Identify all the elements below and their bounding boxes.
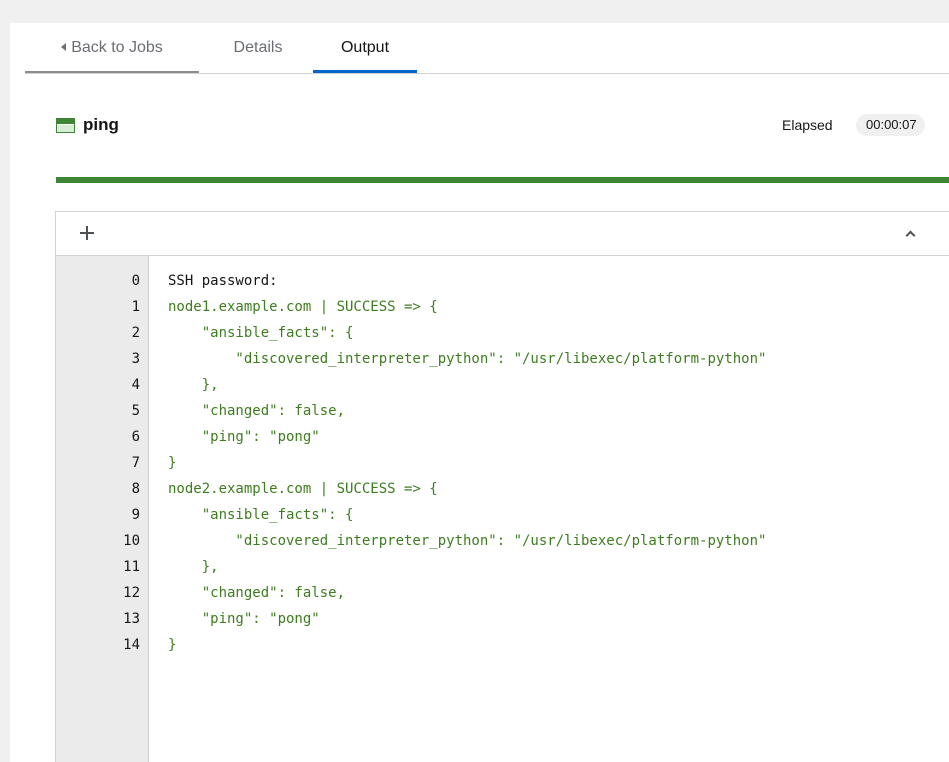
tab-back-label: Back to Jobs — [71, 39, 163, 56]
plus-icon[interactable] — [76, 220, 98, 246]
elapsed-label: Elapsed — [782, 117, 833, 133]
line-number: 13 — [123, 611, 140, 627]
line-number: 1 — [131, 299, 140, 315]
output-line: 11 }, — [56, 554, 949, 580]
output-viewer: 0 SSH password: 1 node1.example.com | SUCCE… — [55, 211, 949, 762]
tab-details-label: Details — [233, 39, 283, 56]
line-number: 11 — [123, 559, 140, 575]
output-line: 6 "ping": "pong" — [56, 424, 949, 450]
line-number: 7 — [131, 455, 140, 471]
line-number: 5 — [131, 403, 140, 419]
output-toolbar — [56, 212, 949, 256]
line-text: } — [168, 637, 177, 653]
output-line: 13 "ping": "pong" — [56, 606, 949, 632]
output-line: 3 "discovered_interpreter_python": "/usr… — [56, 346, 949, 372]
line-text: }, — [168, 377, 219, 393]
output-line: 2 "ansible_facts": { — [56, 320, 949, 346]
output-line: 0 SSH password: — [56, 268, 949, 294]
tab-back-to-jobs[interactable]: Back to Jobs — [25, 23, 199, 73]
output-line: 12 "changed": false, — [56, 580, 949, 606]
line-text: }, — [168, 559, 219, 575]
line-number: 6 — [131, 429, 140, 445]
elapsed-time-badge: 00:00:07 — [856, 114, 925, 136]
output-line: 9 "ansible_facts": { — [56, 502, 949, 528]
line-text: "ansible_facts": { — [168, 507, 354, 523]
caret-left-icon — [61, 43, 67, 51]
success-status-icon — [56, 118, 75, 133]
line-text: "changed": false, — [168, 403, 346, 419]
output-line: 1 node1.example.com | SUCCESS => { — [56, 294, 949, 320]
line-number: 10 — [123, 533, 140, 549]
line-text: "ansible_facts": { — [168, 325, 354, 341]
line-number: 3 — [131, 351, 140, 367]
job-output-panel: Back to Jobs Details Output ping Elapsed… — [10, 23, 949, 762]
line-text: SSH password: — [168, 273, 278, 289]
output-lines: 0 SSH password: 1 node1.example.com | SUCCE… — [56, 268, 949, 658]
line-text: node2.example.com | SUCCESS => { — [168, 481, 438, 497]
tab-details[interactable]: Details — [219, 23, 297, 73]
line-text: "ping": "pong" — [168, 429, 320, 445]
job-header: ping Elapsed 00:00:07 — [10, 73, 949, 178]
job-tabs: Back to Jobs Details Output — [25, 23, 949, 74]
output-line: 14} — [56, 632, 949, 658]
tab-output[interactable]: Output — [313, 23, 417, 73]
line-number: 14 — [123, 637, 140, 653]
output-line: 4 }, — [56, 372, 949, 398]
line-number: 9 — [131, 507, 140, 523]
line-number: 8 — [131, 481, 140, 497]
line-text: "discovered_interpreter_python": "/usr/l… — [168, 351, 767, 367]
line-text: "changed": false, — [168, 585, 346, 601]
line-number: 12 — [123, 585, 140, 601]
line-text: node1.example.com | SUCCESS => { — [168, 299, 438, 315]
chevron-up-icon[interactable] — [901, 222, 921, 246]
line-number: 2 — [131, 325, 140, 341]
job-progress-bar — [56, 177, 949, 183]
job-name: ping — [83, 115, 119, 134]
line-number: 0 — [131, 273, 140, 289]
line-number: 4 — [131, 377, 140, 393]
output-line: 7} — [56, 450, 949, 476]
line-text: } — [168, 455, 177, 471]
output-line: 10 "discovered_interpreter_python": "/us… — [56, 528, 949, 554]
output-line: 8 node2.example.com | SUCCESS => { — [56, 476, 949, 502]
line-text: "discovered_interpreter_python": "/usr/l… — [168, 533, 767, 549]
line-text: "ping": "pong" — [168, 611, 320, 627]
tab-output-label: Output — [340, 39, 390, 56]
output-line: 5 "changed": false, — [56, 398, 949, 424]
